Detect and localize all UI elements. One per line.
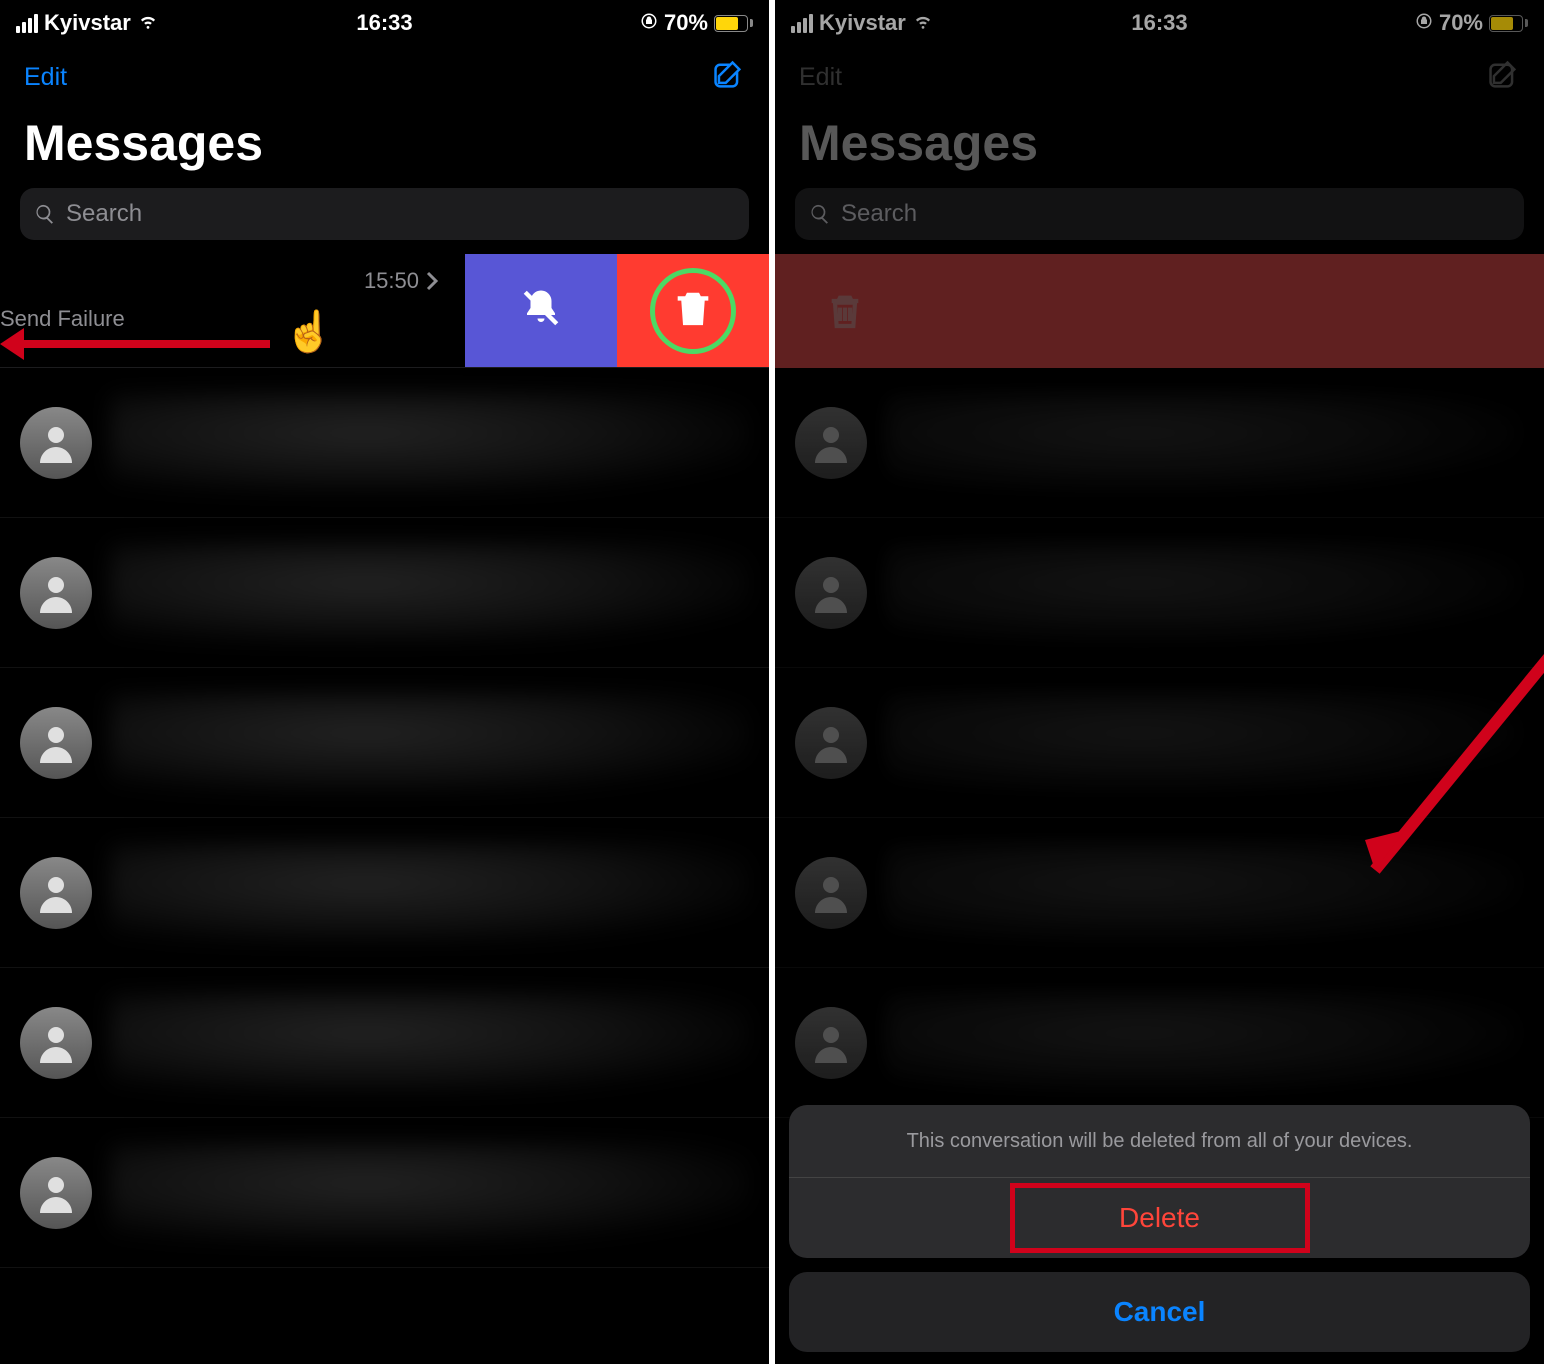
- edit-button[interactable]: Edit: [799, 63, 842, 92]
- action-sheet-group: This conversation will be deleted from a…: [789, 1105, 1530, 1258]
- search-bar[interactable]: Search: [20, 188, 749, 240]
- trash-icon: [672, 287, 714, 334]
- blurred-content: [110, 843, 749, 943]
- green-circle-highlight: [650, 268, 736, 354]
- list-item[interactable]: [775, 968, 1544, 1118]
- avatar: [795, 707, 867, 779]
- status-bar: Kyivstar 16:33 70%: [0, 0, 769, 46]
- avatar: [20, 857, 92, 929]
- nav-bar: Edit: [775, 46, 1544, 104]
- avatar: [20, 1157, 92, 1229]
- search-placeholder: Search: [66, 200, 142, 228]
- blurred-content: [110, 543, 749, 643]
- status-left: Kyivstar: [791, 9, 934, 37]
- avatar: [20, 1007, 92, 1079]
- status-bar: Kyivstar 16:33 70%: [775, 0, 1544, 46]
- blurred-content: [110, 993, 749, 1093]
- list-item[interactable]: [775, 668, 1544, 818]
- list-item[interactable]: [775, 518, 1544, 668]
- signal-icon: [16, 14, 38, 33]
- orientation-lock-icon: [1415, 10, 1433, 36]
- blurred-content: [885, 693, 1524, 793]
- delete-button[interactable]: Delete: [789, 1178, 1530, 1258]
- status-right: 70%: [1415, 10, 1528, 36]
- status-time: 16:33: [356, 10, 412, 36]
- avatar: [20, 407, 92, 479]
- chevron-right-icon: [425, 271, 439, 291]
- list-item[interactable]: [0, 1118, 769, 1268]
- list-item[interactable]: [0, 518, 769, 668]
- blurred-content: [110, 393, 749, 493]
- cancel-button[interactable]: Cancel: [789, 1272, 1530, 1352]
- search-icon: [34, 203, 56, 225]
- blurred-content: [885, 543, 1524, 643]
- page-title: Messages: [775, 104, 1544, 184]
- battery-icon: [714, 15, 753, 32]
- list-item[interactable]: [775, 818, 1544, 968]
- deleting-conversation-row: [775, 254, 1544, 368]
- list-item[interactable]: [0, 818, 769, 968]
- edit-button[interactable]: Edit: [24, 63, 67, 92]
- battery-percent: 70%: [1439, 10, 1483, 36]
- action-sheet: This conversation will be deleted from a…: [789, 1105, 1530, 1352]
- phone-screenshot-left: Kyivstar 16:33 70% Edit Messages Search …: [0, 0, 769, 1364]
- list-item[interactable]: [0, 968, 769, 1118]
- carrier-name: Kyivstar: [819, 10, 906, 36]
- status-left: Kyivstar: [16, 9, 159, 37]
- row-timestamp: 15:50: [364, 268, 439, 294]
- search-placeholder: Search: [841, 200, 917, 228]
- delete-swipe-action[interactable]: [617, 254, 769, 367]
- blurred-content: [110, 693, 749, 793]
- avatar: [20, 557, 92, 629]
- signal-icon: [791, 14, 813, 33]
- battery-icon: [1489, 15, 1528, 32]
- avatar: [795, 857, 867, 929]
- compose-button[interactable]: [711, 58, 745, 97]
- blurred-content: [885, 393, 1524, 493]
- orientation-lock-icon: [640, 10, 658, 36]
- battery-percent: 70%: [664, 10, 708, 36]
- swiped-conversation-row[interactable]: 15:50 Send Failure ☝️: [0, 254, 769, 368]
- blurred-content: [885, 843, 1524, 943]
- swipe-left-arrow-annotation: [0, 328, 270, 358]
- avatar: [795, 1007, 867, 1079]
- list-item[interactable]: [775, 368, 1544, 518]
- phone-screenshot-right: Kyivstar 16:33 70% Edit Messages Search: [775, 0, 1544, 1364]
- pointing-hand-icon: ☝️: [284, 308, 334, 355]
- swiped-row-content: 15:50 Send Failure ☝️: [0, 254, 465, 367]
- bell-slash-icon: [520, 287, 562, 334]
- search-icon: [809, 203, 831, 225]
- status-right: 70%: [640, 10, 753, 36]
- send-failure-label: Send Failure: [0, 306, 125, 332]
- status-time: 16:33: [1131, 10, 1187, 36]
- avatar: [795, 407, 867, 479]
- wifi-icon: [137, 9, 159, 37]
- conversation-list: [0, 368, 769, 1268]
- compose-button[interactable]: [1486, 58, 1520, 97]
- list-item[interactable]: [0, 668, 769, 818]
- action-sheet-message: This conversation will be deleted from a…: [789, 1105, 1530, 1177]
- carrier-name: Kyivstar: [44, 10, 131, 36]
- nav-bar: Edit: [0, 46, 769, 104]
- conversation-list: [775, 368, 1544, 1118]
- blurred-content: [110, 1143, 749, 1243]
- avatar: [20, 707, 92, 779]
- page-title: Messages: [0, 104, 769, 184]
- wifi-icon: [912, 9, 934, 37]
- avatar: [795, 557, 867, 629]
- list-item[interactable]: [0, 368, 769, 518]
- mute-swipe-action[interactable]: [465, 254, 617, 367]
- trash-icon: [825, 291, 865, 331]
- search-bar[interactable]: Search: [795, 188, 1524, 240]
- blurred-content: [885, 993, 1524, 1093]
